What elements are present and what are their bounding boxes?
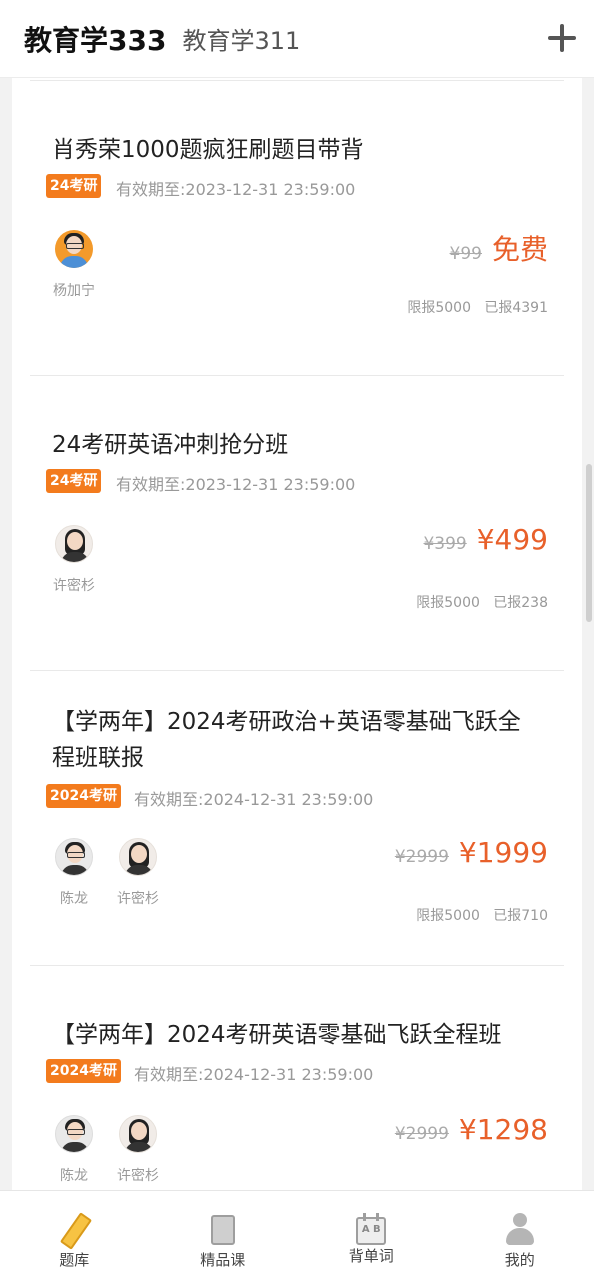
nav-vocabulary[interactable]: A B 背单词 <box>297 1191 446 1280</box>
avatar <box>119 838 157 876</box>
original-price: ¥2999 <box>394 847 449 867</box>
scrollbar[interactable] <box>586 464 592 622</box>
course-title: 肖秀荣1000题疯狂刷题目带背 <box>52 137 364 163</box>
avatar <box>119 1115 157 1153</box>
teacher[interactable]: 陈龙 <box>44 838 104 908</box>
enrollment-info: 限报5000 已报710 <box>416 905 548 925</box>
course-title: 【学两年】2024考研政治+英语零基础飞跃全程班联报 <box>52 709 521 771</box>
enrolled-count: 已报710 <box>493 908 548 924</box>
exam-tag: 24考研 <box>46 469 102 493</box>
nav-label: 精品课 <box>200 1251 246 1269</box>
original-price: ¥399 <box>423 534 467 554</box>
course-card[interactable]: 【学两年】2024考研英语零基础飞跃全程班 2024考研 有效期至:2024-1… <box>12 963 582 1190</box>
sale-price: ¥499 <box>476 523 548 556</box>
sale-price: ¥1999 <box>458 836 548 869</box>
tab-jiaoyuxue-333[interactable]: 教育学333 <box>24 19 166 59</box>
pencil-icon <box>57 1212 93 1250</box>
top-header: 教育学333 教育学311 <box>0 0 594 78</box>
nav-profile[interactable]: 我的 <box>446 1191 594 1280</box>
avatar <box>55 1115 93 1153</box>
avatar <box>55 525 93 563</box>
validity-text: 有效期至:2024-12-31 23:59:00 <box>134 790 374 809</box>
exam-tag: 24考研 <box>46 174 102 198</box>
course-card[interactable]: 【学两年】2024考研政治+英语零基础飞跃全程班联报 2024考研 有效期至:2… <box>12 668 582 964</box>
quota-limit: 限报5000 <box>416 595 480 611</box>
price-row: ¥99 免费 <box>450 228 548 268</box>
exam-tag: 2024考研 <box>46 1059 121 1083</box>
original-price: ¥2999 <box>394 1124 449 1144</box>
nav-label: 题库 <box>59 1251 90 1269</box>
enrollment-info: 限报5000 已报4391 <box>407 297 548 317</box>
add-icon[interactable] <box>546 22 578 54</box>
course-card[interactable]: 24考研英语冲刺抢分班 24考研 有效期至:2023-12-31 23:59:0… <box>12 373 582 669</box>
original-price: ¥99 <box>449 244 482 264</box>
course-card[interactable]: 肖秀荣1000题疯狂刷题目带背 24考研 有效期至:2023-12-31 23:… <box>12 78 582 374</box>
nav-question-bank[interactable]: 题库 <box>0 1191 149 1280</box>
teacher[interactable]: 杨加宁 <box>44 230 104 300</box>
teacher[interactable]: 许密杉 <box>108 838 168 908</box>
teacher-name: 许密杉 <box>53 578 95 594</box>
course-list: 肖秀荣1000题疯狂刷题目带背 24考研 有效期至:2023-12-31 23:… <box>12 78 582 1190</box>
teacher-name: 杨加宁 <box>53 283 95 299</box>
enrollment-info: 限报5000 已报238 <box>416 592 548 612</box>
person-icon <box>503 1213 537 1247</box>
teacher-name: 许密杉 <box>117 1168 159 1184</box>
validity-text: 有效期至:2023-12-31 23:59:00 <box>116 475 356 494</box>
teacher-name: 许密杉 <box>117 891 159 907</box>
course-title: 【学两年】2024考研英语零基础飞跃全程班 <box>52 1022 502 1048</box>
teacher[interactable]: 许密杉 <box>44 525 104 595</box>
bottom-nav: 题库 精品课 A B 背单词 我的 <box>0 1190 594 1280</box>
teacher[interactable]: 陈龙 <box>44 1115 104 1185</box>
sale-price: ¥1298 <box>458 1113 548 1146</box>
price-row: ¥399 ¥499 <box>423 523 548 556</box>
calendar-icon: A B <box>354 1213 388 1247</box>
avatar <box>55 838 93 876</box>
validity-text: 有效期至:2023-12-31 23:59:00 <box>116 180 356 199</box>
tab-jiaoyuxue-311[interactable]: 教育学311 <box>182 21 300 56</box>
avatar <box>55 230 93 268</box>
nav-label: 我的 <box>504 1251 535 1269</box>
teacher-name: 陈龙 <box>60 1168 88 1184</box>
sale-price: 免费 <box>491 233 548 266</box>
enrolled-count: 已报4391 <box>484 300 548 316</box>
price-row: ¥2999 ¥1999 <box>395 836 548 869</box>
quota-limit: 限报5000 <box>416 908 480 924</box>
validity-text: 有效期至:2024-12-31 23:59:00 <box>134 1065 374 1084</box>
book-icon <box>206 1213 240 1247</box>
teacher-name: 陈龙 <box>60 891 88 907</box>
quota-limit: 限报5000 <box>407 300 471 316</box>
price-row: ¥2999 ¥1298 <box>395 1113 548 1146</box>
nav-label: 背单词 <box>348 1247 394 1265</box>
enrolled-count: 已报238 <box>493 595 548 611</box>
course-title: 24考研英语冲刺抢分班 <box>52 432 289 458</box>
exam-tag: 2024考研 <box>46 784 121 808</box>
teacher[interactable]: 许密杉 <box>108 1115 168 1185</box>
nav-courses[interactable]: 精品课 <box>149 1191 298 1280</box>
